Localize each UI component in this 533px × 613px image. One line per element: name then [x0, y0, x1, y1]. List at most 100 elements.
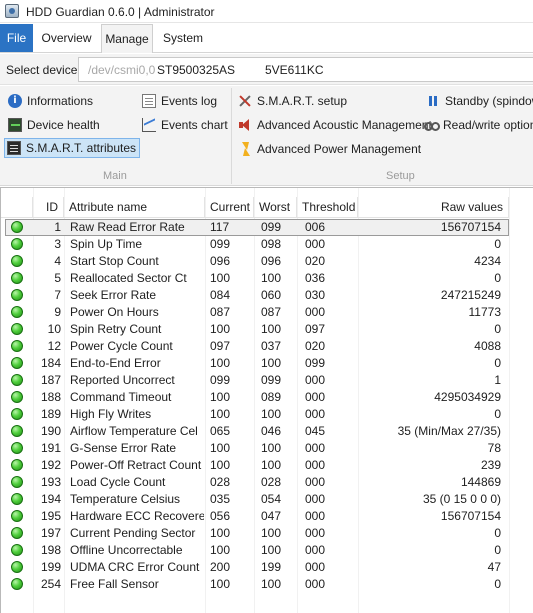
threshold-column-header[interactable]: Threshold [297, 197, 358, 218]
status-ok-icon [11, 289, 23, 301]
cell-current: 100 [210, 441, 231, 455]
table-row[interactable]: 10 Spin Retry Count 100 100 097 0 [1, 321, 533, 338]
ribbon: Informations Device health S.M.A.R.T. at… [0, 86, 533, 186]
cell-worst: 046 [261, 424, 282, 438]
cell-attribute-name: Hardware ECC Recovered [70, 509, 204, 523]
attributes-list-icon [7, 141, 21, 155]
table-row[interactable]: 4 Start Stop Count 096 096 020 4234 [1, 253, 533, 270]
tab-overview[interactable]: Overview [34, 24, 99, 52]
cell-attribute-name: Spin Up Time [70, 237, 143, 251]
cell-current: 100 [210, 407, 231, 421]
table-row[interactable]: 192 Power-Off Retract Count 100 100 000 239 [1, 457, 533, 474]
cell-id: 187 [40, 373, 61, 387]
line-chart-icon [142, 118, 156, 132]
cell-current: 117 [210, 220, 230, 234]
table-row[interactable]: 197 Current Pending Sector 100 100 000 0 [1, 525, 533, 542]
cell-current: 097 [210, 339, 231, 353]
cell-attribute-name: Start Stop Count [70, 254, 159, 268]
status-ok-icon [11, 459, 23, 471]
table-row[interactable]: 187 Reported Uncorrect 099 099 000 1 [1, 372, 533, 389]
status-ok-icon [11, 357, 23, 369]
table-row[interactable]: 254 Free Fall Sensor 100 100 000 0 [1, 576, 533, 593]
table-row[interactable]: 3 Spin Up Time 099 098 000 0 [1, 236, 533, 253]
cell-threshold: 000 [305, 458, 326, 472]
cell-attribute-name: G-Sense Error Rate [70, 441, 177, 455]
informations-button[interactable]: Informations [6, 91, 96, 111]
cell-current: 096 [210, 254, 231, 268]
device-serial: 5VE611KC [265, 63, 324, 77]
cell-worst: 100 [261, 322, 282, 336]
cell-threshold: 020 [305, 254, 326, 268]
table-row[interactable]: 198 Offline Uncorrectable 100 100 000 0 [1, 542, 533, 559]
table-row[interactable]: 194 Temperature Celsius 035 054 000 35 (0 15 … [1, 491, 533, 508]
table-row[interactable]: 7 Seek Error Rate 084 060 030 247215249 [1, 287, 533, 304]
table-row[interactable]: 195 Hardware ECC Recovered 056 047 000 156707… [1, 508, 533, 525]
smart-attributes-button[interactable]: S.M.A.R.T. attributes [4, 138, 141, 158]
table-header: ID Attribute name Current Worst Threshol… [1, 197, 509, 218]
table-row[interactable]: 184 End-to-End Error 100 100 099 0 [1, 355, 533, 372]
cell-raw-value: 0 [494, 356, 501, 370]
status-ok-icon [11, 442, 23, 454]
advanced-power-label: Advanced Power Management [257, 142, 422, 156]
cell-current: 028 [210, 475, 231, 489]
standby-button[interactable]: Standby (spindown [424, 91, 533, 111]
events-chart-button[interactable]: Events chart [140, 115, 231, 135]
cell-worst: 060 [261, 288, 282, 302]
health-monitor-icon [8, 118, 22, 132]
advanced-acoustic-button[interactable]: Advanced Acoustic Management [236, 115, 435, 135]
table-row[interactable]: 189 High Fly Writes 100 100 000 0 [1, 406, 533, 423]
events-log-label: Events log [161, 94, 218, 108]
status-ok-icon [11, 493, 23, 505]
current-column-header[interactable]: Current [205, 197, 254, 218]
cell-current: 087 [210, 305, 231, 319]
advanced-power-button[interactable]: Advanced Power Management [236, 139, 424, 159]
menu-file[interactable]: File [0, 24, 33, 52]
cell-current: 100 [210, 577, 231, 591]
read-write-options-button[interactable]: Read/write options [422, 115, 533, 135]
cell-id: 1 [54, 220, 61, 234]
cell-current: 100 [210, 390, 231, 404]
tab-manage[interactable]: Manage [101, 24, 153, 53]
cell-threshold: 000 [305, 560, 326, 574]
cell-raw-value: 0 [494, 407, 501, 421]
table-row[interactable]: 9 Power On Hours 087 087 000 11773 [1, 304, 533, 321]
speaker-icon [238, 118, 252, 132]
status-column-header[interactable] [1, 197, 33, 218]
table-row[interactable]: 190 Airflow Temperature Cel 065 046 045 35 (M… [1, 423, 533, 440]
smart-attributes-table: ID Attribute name Current Worst Threshol… [0, 187, 533, 613]
device-health-button[interactable]: Device health [6, 115, 103, 135]
cell-raw-value: 47 [487, 560, 501, 574]
cell-raw-value: 247215249 [440, 288, 501, 302]
table-row[interactable]: 188 Command Timeout 100 089 000 4295034929 [1, 389, 533, 406]
cell-threshold: 020 [305, 339, 326, 353]
cell-worst: 037 [261, 339, 282, 353]
table-row[interactable]: 191 G-Sense Error Rate 100 100 000 78 [1, 440, 533, 457]
cell-worst: 100 [261, 458, 282, 472]
worst-column-header[interactable]: Worst [254, 197, 297, 218]
status-ok-icon [11, 255, 23, 267]
name-column-header[interactable]: Attribute name [64, 197, 205, 218]
cell-id: 10 [47, 322, 61, 336]
cell-current: 100 [210, 356, 231, 370]
table-row[interactable]: 1 Raw Read Error Rate 117 099 006 156707154 [1, 219, 533, 236]
cell-worst: 100 [261, 441, 282, 455]
cell-current: 099 [210, 237, 231, 251]
id-column-header[interactable]: ID [33, 197, 64, 218]
status-ok-icon [11, 476, 23, 488]
cell-id: 194 [40, 492, 61, 506]
device-select[interactable]: /dev/csmi0,0 ST9500325AS 5VE611KC [78, 57, 533, 82]
cell-current: 100 [210, 271, 231, 285]
table-row[interactable]: 12 Power Cycle Count 097 037 020 4088 [1, 338, 533, 355]
raw-values-column-header[interactable]: Raw values [358, 197, 509, 218]
cell-id: 12 [47, 339, 61, 353]
cell-worst: 100 [261, 407, 282, 421]
cell-id: 197 [40, 526, 61, 540]
table-row[interactable]: 199 UDMA CRC Error Count 200 199 000 47 [1, 559, 533, 576]
status-ok-icon [11, 425, 23, 437]
tab-system[interactable]: System [156, 24, 210, 52]
table-row[interactable]: 5 Reallocated Sector Ct 100 100 036 0 [1, 270, 533, 287]
smart-setup-button[interactable]: S.M.A.R.T. setup [236, 91, 350, 111]
table-row[interactable]: 193 Load Cycle Count 028 028 000 144869 [1, 474, 533, 491]
cell-attribute-name: Power Cycle Count [70, 339, 173, 353]
events-log-button[interactable]: Events log [140, 91, 220, 111]
